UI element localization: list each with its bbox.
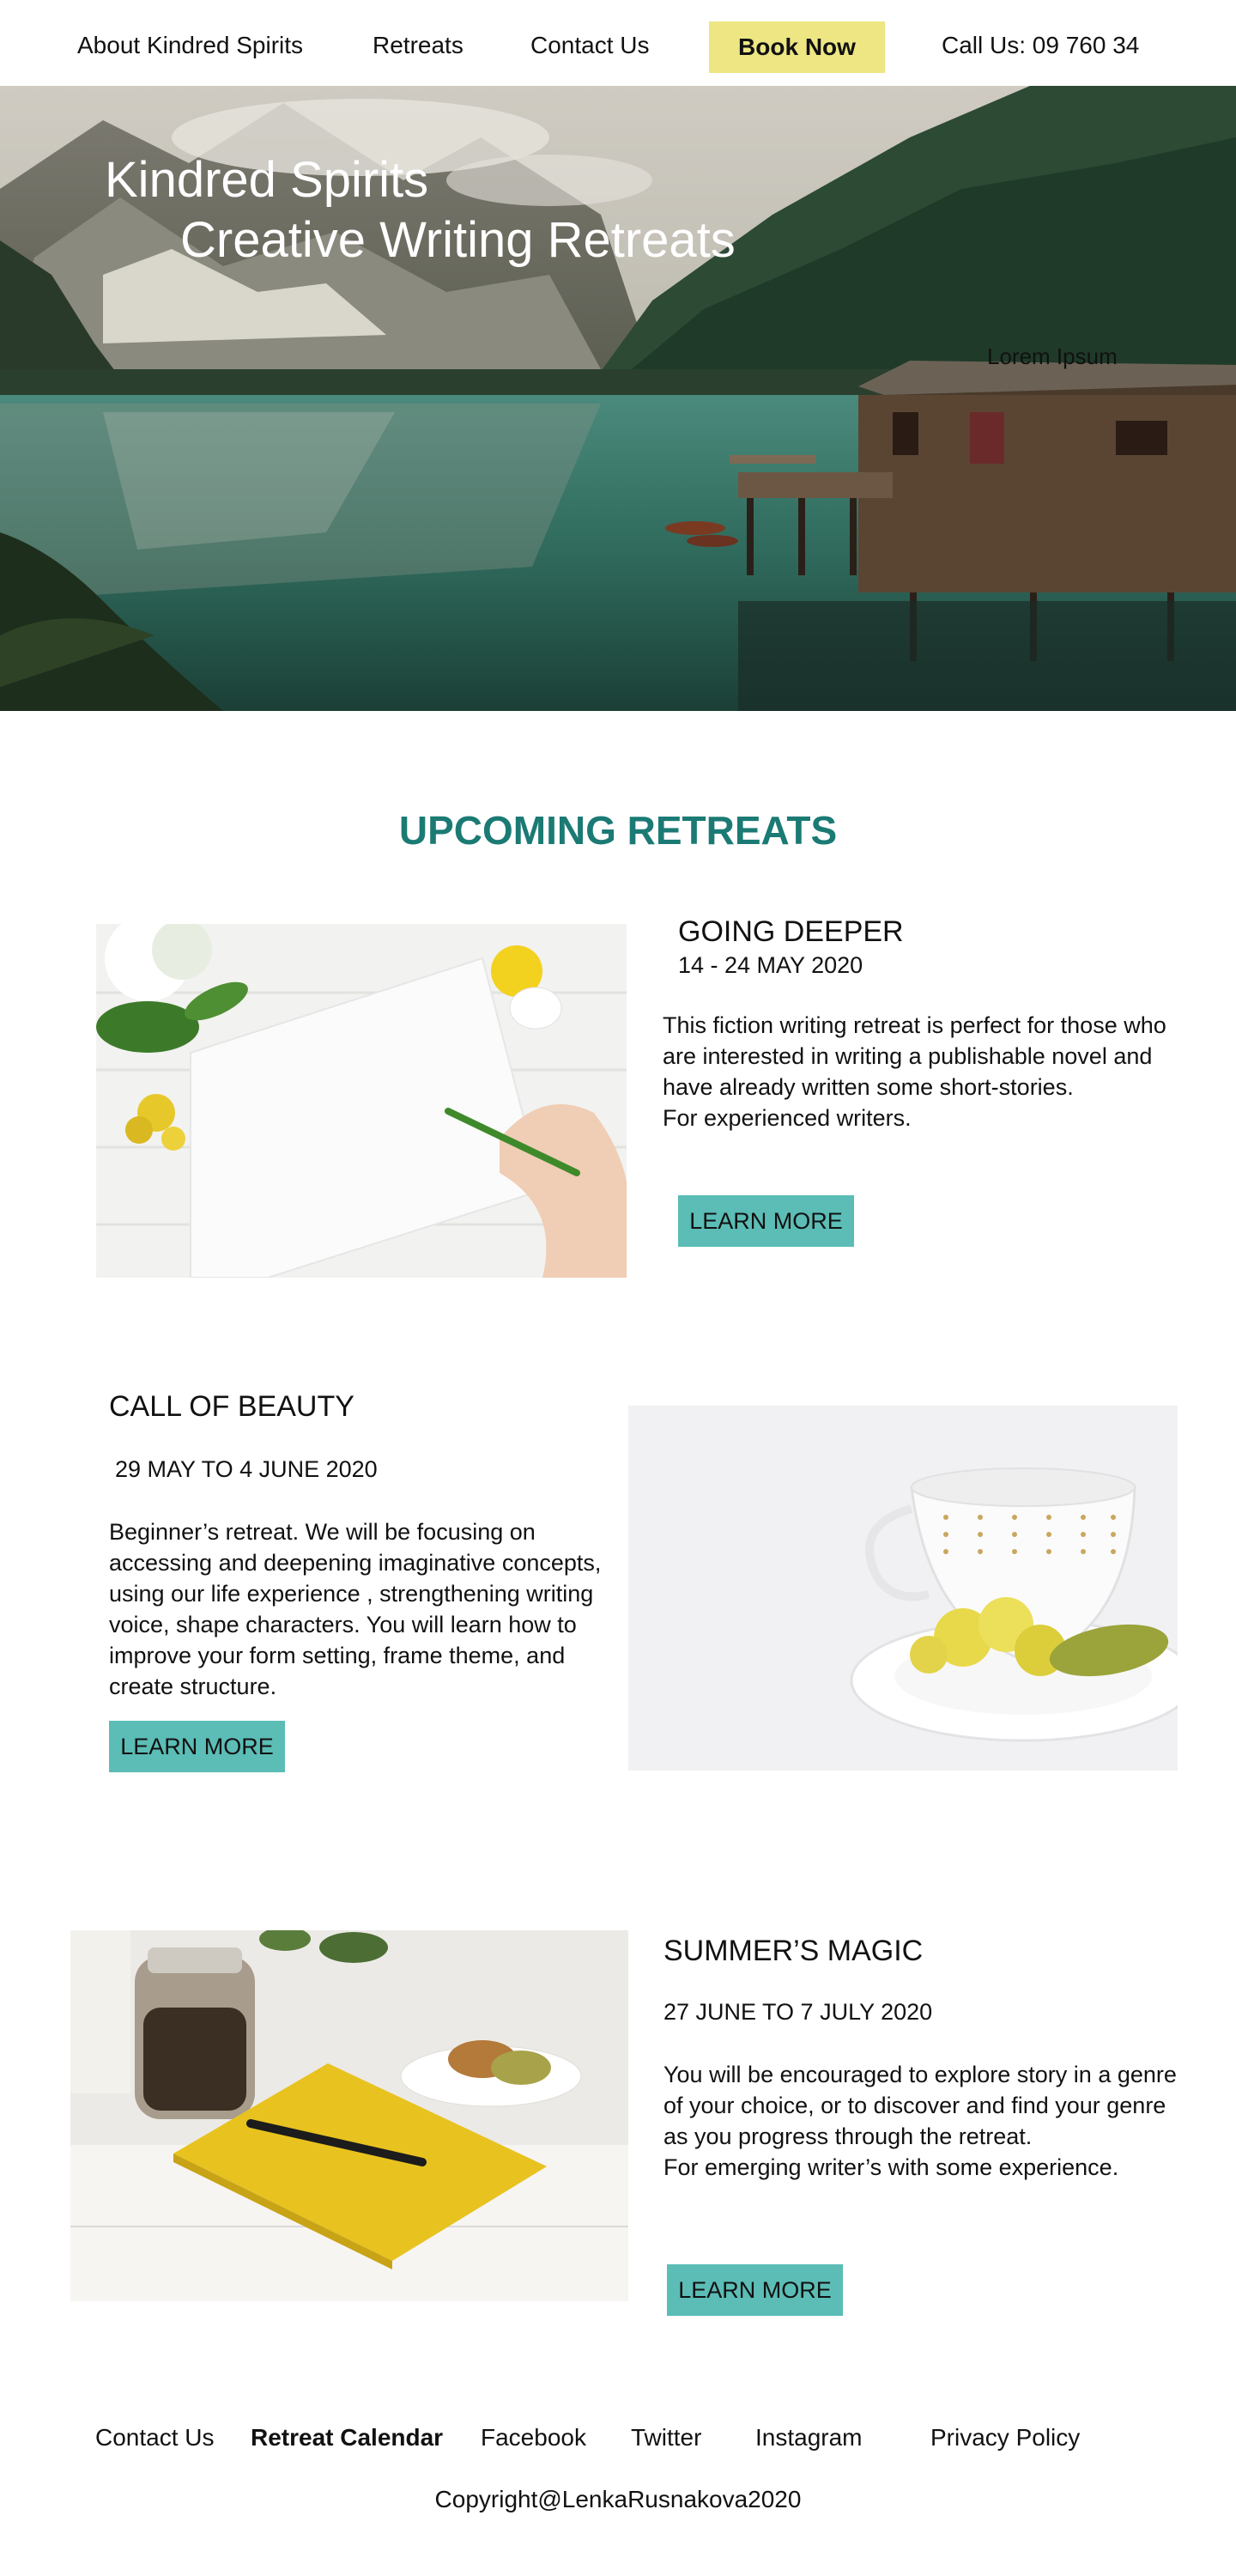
retreat-2-image [628,1406,1178,1771]
footer-copyright: Copyright@LenkaRusnakova2020 [434,2486,802,2512]
hero-title: Kindred Spirits [105,152,429,208]
top-nav: About Kindred Spirits Retreats Contact U… [0,0,1236,86]
retreat-1-date: 14 - 24 MAY 2020 [678,952,863,978]
retreat-1-title: GOING DEEPER [678,915,904,948]
retreat-2-date: 29 MAY TO 4 JUNE 2020 [115,1456,378,1482]
retreat-1-description: This fiction writing retreat is perfect … [663,1010,1178,1133]
upcoming-retreats-heading: UPCOMING RETREATS [398,808,838,853]
retreat-3-title: SUMMER’S MAGIC [663,1935,924,1967]
footer-contact-link[interactable]: Contact Us [95,2424,215,2451]
footer-facebook-link[interactable]: Facebook [481,2424,586,2451]
retreat-1-image [96,924,627,1278]
retreat-3-description-text: You will be encouraged to explore story … [663,2062,1177,2149]
retreat-2-learn-more-button[interactable]: LEARN MORE [109,1721,285,1772]
retreat-2-description-text: Beginner’s retreat. We will be focusing … [109,1519,602,1699]
retreat-3-image [70,1930,628,2301]
retreat-1-learn-more-button[interactable]: LEARN MORE [678,1195,854,1247]
retreat-2-title: CALL OF BEAUTY [109,1390,354,1423]
book-now-button[interactable]: Book Now [709,21,885,73]
nav-contact-link[interactable]: Contact Us [530,32,650,59]
footer-privacy-policy-link[interactable]: Privacy Policy [930,2424,1080,2451]
retreat-3-description: You will be encouraged to explore story … [663,2059,1178,2183]
nav-call-link[interactable]: Call Us: 09 760 34 [942,32,1139,59]
retreat-3-date: 27 JUNE TO 7 JULY 2020 [663,1999,933,2025]
hero-subtitle: Creative Writing Retreats [180,212,736,268]
retreat-1-description-text: This fiction writing retreat is perfect … [663,1012,1166,1100]
footer-retreat-calendar-link[interactable]: Retreat Calendar [251,2424,443,2451]
hero-banner: Kindred Spirits Creative Writing Retreat… [0,86,1236,711]
nav-about-link[interactable]: About Kindred Spirits [77,32,303,59]
footer-instagram-link[interactable]: Instagram [755,2424,863,2451]
retreat-3-audience-text: For emerging writer’s with some experien… [663,2154,1119,2180]
retreat-3-learn-more-button[interactable]: LEARN MORE [667,2264,843,2316]
retreat-1-audience-text: For experienced writers. [663,1105,912,1131]
nav-retreats-link[interactable]: Retreats [373,32,464,59]
footer-twitter-link[interactable]: Twitter [631,2424,701,2451]
retreat-2-description: Beginner’s retreat. We will be focusing … [109,1516,611,1702]
hero-placeholder-text: Lorem Ipsum [987,343,1118,369]
